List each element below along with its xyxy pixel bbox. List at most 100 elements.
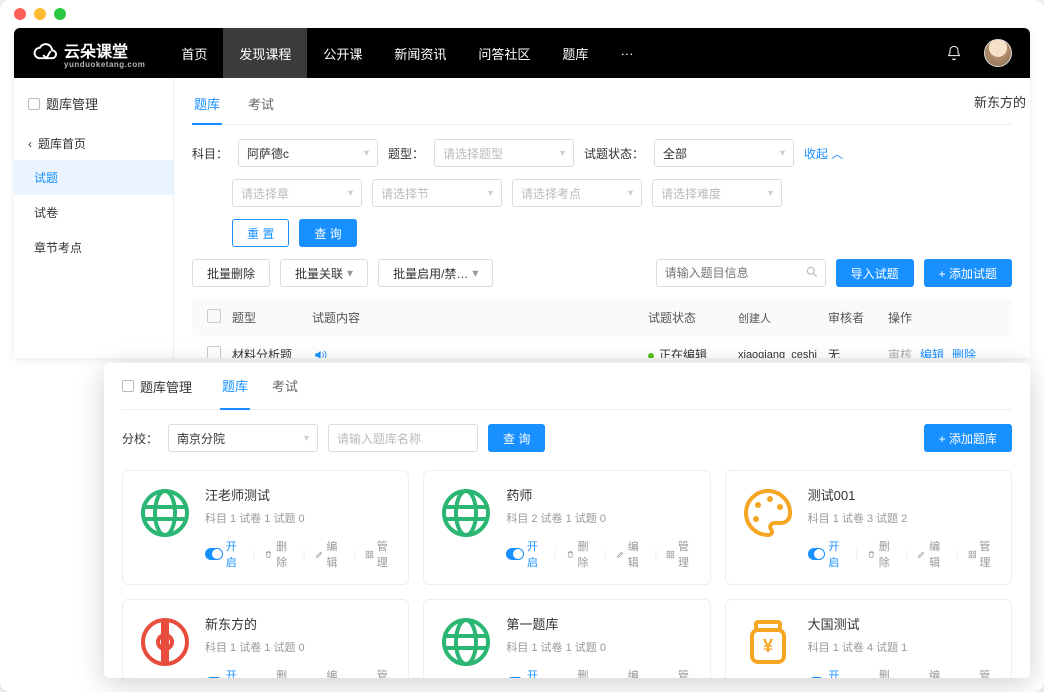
card-icon: ¥ (740, 614, 796, 670)
doc-icon (122, 380, 134, 392)
logo[interactable]: 云朵课堂 yunduoketang.com (32, 38, 145, 69)
card-manage[interactable]: 管理 (968, 667, 997, 678)
card-delete[interactable]: 删除 (867, 538, 896, 570)
collapse-link[interactable]: 收起 ︿ (804, 145, 843, 162)
toggle-on[interactable]: 开启 (205, 667, 243, 678)
toggle-on[interactable]: 开启 (808, 667, 846, 678)
card-edit[interactable]: 编辑 (315, 667, 344, 678)
branch-select[interactable]: 南京分院▾ (168, 424, 318, 452)
edit-icon (616, 549, 625, 560)
maximize-dot[interactable] (54, 8, 66, 20)
card-edit[interactable]: 编辑 (616, 538, 645, 570)
chevron-down-icon: ▾ (347, 266, 353, 280)
card-delete[interactable]: 删除 (867, 667, 896, 678)
search-input[interactable] (656, 259, 826, 287)
cloud-icon (32, 40, 58, 66)
card-manage[interactable]: 管理 (365, 667, 394, 678)
trash-icon (264, 549, 273, 560)
type-select[interactable]: 请选择题型▾ (434, 139, 574, 167)
add-question-button[interactable]: + 添加试题 (924, 259, 1012, 287)
review-link[interactable]: 审核 (888, 346, 912, 358)
trash-icon (867, 549, 876, 560)
card-sub: 科目 1 试卷 1 试题 0 (205, 510, 394, 526)
type-label: 题型： (388, 145, 424, 162)
tab[interactable]: 考试 (246, 90, 276, 124)
card-delete[interactable]: 删除 (566, 667, 595, 678)
reset-button[interactable]: 重 置 (232, 219, 289, 247)
nav-more[interactable]: ··· (604, 28, 649, 78)
difficulty-select[interactable]: 请选择难度▾ (652, 179, 782, 207)
bank-name-input[interactable]: 请输入题库名称 (328, 424, 478, 452)
card-delete[interactable]: 删除 (264, 538, 293, 570)
close-dot[interactable] (14, 8, 26, 20)
card-title: 汪老师测试 (205, 485, 394, 504)
nav-item[interactable]: 发现课程 (223, 28, 307, 78)
card-manage[interactable]: 管理 (666, 667, 695, 678)
bank-card: ¥大国测试科目 1 试卷 4 试题 1开启|删除|编辑|管理 (725, 599, 1012, 678)
nav-item[interactable]: 新闻资讯 (378, 28, 462, 78)
sidebar-item[interactable]: 试卷 (14, 195, 173, 230)
toggle-on[interactable]: 开启 (506, 667, 544, 678)
avatar[interactable] (984, 39, 1012, 67)
audio-icon[interactable] (312, 348, 648, 359)
card-edit[interactable]: 编辑 (315, 538, 344, 570)
card-sub: 科目 1 试卷 1 试题 0 (506, 639, 695, 655)
search-icon[interactable] (805, 265, 819, 279)
app-window-1: 云朵课堂 yunduoketang.com 首页发现课程公开课新闻资讯问答社区题… (14, 28, 1030, 358)
edit-link[interactable]: 编辑 (920, 346, 944, 358)
bell-icon[interactable] (946, 45, 962, 61)
status-select[interactable]: 全部▾ (654, 139, 794, 167)
batch-relate-button[interactable]: 批量关联 ▾ (280, 259, 368, 287)
table-row: 材料分析题 正在编辑 xiaoqiang_ceshi 无 审核 (192, 336, 1012, 358)
card-title: 大国测试 (808, 614, 997, 633)
card-manage[interactable]: 管理 (666, 538, 695, 570)
subject-select[interactable]: 阿萨德c▾ (238, 139, 378, 167)
batch-delete-button[interactable]: 批量删除 (192, 259, 270, 287)
card-manage[interactable]: 管理 (968, 538, 997, 570)
logo-subtext: yunduoketang.com (64, 60, 145, 69)
chevron-down-icon: ▾ (780, 148, 785, 159)
add-bank-button[interactable]: + 添加题库 (924, 424, 1012, 452)
delete-link[interactable]: 删除 (952, 346, 976, 358)
trash-icon (566, 549, 575, 560)
search-box[interactable] (656, 259, 826, 287)
doc-icon (28, 98, 40, 110)
tab[interactable]: 考试 (270, 363, 300, 409)
table-header: 题型 试题内容 试题状态 创建人 审核者 操作 (192, 299, 1012, 336)
toggle-on[interactable]: 开启 (205, 538, 243, 570)
w2-query-button[interactable]: 查 询 (488, 424, 545, 452)
sidebar-back[interactable]: ‹ 题库首页 (14, 127, 173, 160)
sidebar-item[interactable]: 章节考点 (14, 230, 173, 265)
card-manage[interactable]: 管理 (365, 538, 394, 570)
content-area: 题库考试 新东方的 科目： 阿萨德c▾ 题型： 请选择题型▾ 试题状态： (174, 78, 1030, 358)
card-sub: 科目 1 试卷 4 试题 1 (808, 639, 997, 655)
query-button[interactable]: 查 询 (299, 219, 356, 247)
tab[interactable]: 题库 (192, 90, 222, 125)
checkbox[interactable] (207, 346, 221, 358)
nav-item[interactable]: 公开课 (307, 28, 378, 78)
status-label: 试题状态： (584, 145, 644, 162)
minimize-dot[interactable] (34, 8, 46, 20)
point-select[interactable]: 请选择考点▾ (512, 179, 642, 207)
card-title: 新东方的 (205, 614, 394, 633)
card-icon (740, 485, 796, 541)
toggle-on[interactable]: 开启 (808, 538, 846, 570)
toggle-icon (808, 548, 826, 560)
nav-item[interactable]: 首页 (165, 28, 223, 78)
nav-item[interactable]: 题库 (546, 28, 604, 78)
nav-item[interactable]: 问答社区 (462, 28, 546, 78)
chapter-select[interactable]: 请选择章▾ (232, 179, 362, 207)
card-edit[interactable]: 编辑 (917, 538, 946, 570)
sidebar-item[interactable]: 试题 (14, 160, 173, 195)
import-button[interactable]: 导入试题 (836, 259, 914, 287)
tab[interactable]: 题库 (220, 363, 250, 410)
checkbox-all[interactable] (207, 309, 221, 323)
card-edit[interactable]: 编辑 (616, 667, 645, 678)
toggle-icon (506, 677, 524, 678)
card-delete[interactable]: 删除 (566, 538, 595, 570)
batch-toggle-button[interactable]: 批量启用/禁… ▾ (378, 259, 493, 287)
section-select[interactable]: 请选择节▾ (372, 179, 502, 207)
card-delete[interactable]: 删除 (264, 667, 293, 678)
toggle-on[interactable]: 开启 (506, 538, 544, 570)
card-edit[interactable]: 编辑 (917, 667, 946, 678)
